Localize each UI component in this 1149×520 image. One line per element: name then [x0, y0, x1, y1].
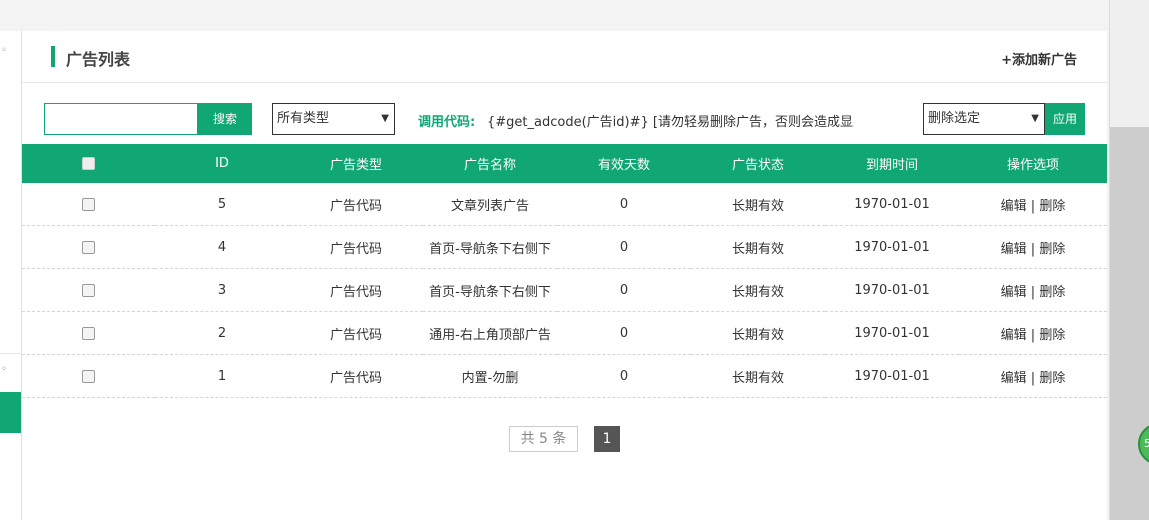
- code-text: {#get_adcode(广告id)#} [请勿轻易删除广告，否则会造成显: [487, 115, 853, 130]
- row-type: 广告代码: [289, 311, 423, 355]
- main-panel: 广告列表 +添加新广告 搜索 所有类型 ▼ 调用代码: {#get_adcode…: [22, 31, 1107, 520]
- column-header: 到期时间: [865, 158, 918, 173]
- delete-link[interactable]: 删除: [1039, 242, 1065, 257]
- row-expire: 1970-01-01: [825, 311, 959, 355]
- row-expire: 1970-01-01: [825, 183, 959, 226]
- table-row: 2 广告代码 通用-右上角顶部广告 0 长期有效 1970-01-01 编辑 |…: [22, 311, 1107, 355]
- nav-marker-icon[interactable]: ◦: [1, 364, 7, 375]
- nav-divider: [0, 353, 21, 354]
- table-header: ID 广告类型 广告名称 有效天数 广告状态 到期时间 操作选项: [22, 144, 1107, 183]
- type-select-value: 所有类型: [277, 111, 330, 126]
- row-days: 0: [557, 225, 691, 269]
- table-row: 5 广告代码 文章列表广告 0 长期有效 1970-01-01 编辑 | 删除: [22, 183, 1107, 226]
- top-bar: [0, 0, 1107, 32]
- nav-marker-icon[interactable]: ◦: [1, 45, 7, 56]
- row-actions: 编辑 | 删除: [959, 268, 1107, 312]
- add-ad-button[interactable]: +添加新广告: [1001, 49, 1077, 68]
- edit-link[interactable]: 编辑: [1001, 371, 1027, 386]
- row-status: 长期有效: [691, 311, 825, 355]
- delete-link[interactable]: 删除: [1039, 371, 1065, 386]
- select-all-cell: [22, 144, 155, 183]
- search-button[interactable]: 搜索: [198, 103, 252, 135]
- column-header: 广告状态: [731, 158, 784, 173]
- toolbar: 搜索 所有类型 ▼ 调用代码: {#get_adcode(广告id)#} [请勿…: [22, 103, 1107, 137]
- bulk-action-value: 删除选定: [928, 111, 981, 126]
- row-status: 长期有效: [691, 225, 825, 269]
- code-label: 调用代码:: [418, 115, 476, 130]
- row-status: 长期有效: [691, 354, 825, 398]
- title-bar: 广告列表 +添加新广告: [22, 31, 1107, 83]
- row-id: 3: [155, 268, 289, 312]
- row-name: 通用-右上角顶部广告: [423, 311, 557, 355]
- scrollbar-thumb[interactable]: [1110, 127, 1149, 520]
- row-id: 5: [155, 183, 289, 226]
- ad-table: ID 广告类型 广告名称 有效天数 广告状态 到期时间 操作选项 5 广告代码 …: [22, 144, 1107, 398]
- row-checkbox[interactable]: [82, 369, 95, 383]
- row-actions: 编辑 | 删除: [959, 311, 1107, 355]
- column-header: 操作选项: [1006, 158, 1059, 173]
- column-header: ID: [215, 156, 229, 171]
- page-button-current[interactable]: 1: [594, 426, 620, 452]
- row-days: 0: [557, 354, 691, 398]
- row-id: 2: [155, 311, 289, 355]
- delete-link[interactable]: 删除: [1039, 328, 1065, 343]
- edit-link[interactable]: 编辑: [1001, 328, 1027, 343]
- row-actions: 编辑 | 删除: [959, 183, 1107, 226]
- row-name: 文章列表广告: [423, 183, 557, 226]
- pagination-total: 共 5 条: [509, 426, 578, 452]
- edit-link[interactable]: 编辑: [1001, 199, 1027, 214]
- row-days: 0: [557, 183, 691, 226]
- nav-active-item[interactable]: [0, 392, 21, 433]
- type-select[interactable]: 所有类型 ▼: [272, 103, 395, 135]
- row-type: 广告代码: [289, 183, 423, 226]
- row-days: 0: [557, 311, 691, 355]
- row-checkbox[interactable]: [82, 283, 95, 297]
- row-expire: 1970-01-01: [825, 268, 959, 312]
- table-row: 4 广告代码 首页-导航条下右侧下 0 长期有效 1970-01-01 编辑 |…: [22, 225, 1107, 269]
- table-row: 1 广告代码 内置-勿删 0 长期有效 1970-01-01 编辑 | 删除: [22, 354, 1107, 398]
- delete-link[interactable]: 删除: [1039, 285, 1065, 300]
- column-header: 广告名称: [463, 158, 516, 173]
- row-name: 首页-导航条下右侧下: [423, 225, 557, 269]
- left-nav: ◦ ◦: [0, 31, 22, 520]
- table-row: 3 广告代码 首页-导航条下右侧下 0 长期有效 1970-01-01 编辑 |…: [22, 268, 1107, 312]
- row-status: 长期有效: [691, 268, 825, 312]
- row-checkbox[interactable]: [82, 197, 95, 211]
- row-type: 广告代码: [289, 354, 423, 398]
- row-days: 0: [557, 268, 691, 312]
- row-expire: 1970-01-01: [825, 225, 959, 269]
- row-name: 内置-勿删: [423, 354, 557, 398]
- column-header: 有效天数: [597, 158, 650, 173]
- column-header: 广告类型: [329, 158, 382, 173]
- row-id: 4: [155, 225, 289, 269]
- row-status: 长期有效: [691, 183, 825, 226]
- row-actions: 编辑 | 删除: [959, 225, 1107, 269]
- row-checkbox[interactable]: [82, 240, 95, 254]
- edit-link[interactable]: 编辑: [1001, 242, 1027, 257]
- select-all-checkbox[interactable]: [82, 157, 95, 170]
- row-id: 1: [155, 354, 289, 398]
- row-actions: 编辑 | 删除: [959, 354, 1107, 398]
- search-input[interactable]: [44, 103, 198, 135]
- edit-link[interactable]: 编辑: [1001, 285, 1027, 300]
- row-name: 首页-导航条下右侧下: [423, 268, 557, 312]
- title-accent-bar: [51, 46, 55, 67]
- delete-link[interactable]: 删除: [1039, 199, 1065, 214]
- apply-button[interactable]: 应用: [1045, 103, 1085, 135]
- page-title: 广告列表: [66, 50, 131, 69]
- dropdown-arrow-icon: ▼: [381, 113, 389, 124]
- dropdown-arrow-icon: ▼: [1031, 113, 1039, 124]
- row-type: 广告代码: [289, 225, 423, 269]
- row-checkbox[interactable]: [82, 326, 95, 340]
- bulk-action-select[interactable]: 删除选定 ▼: [923, 103, 1045, 135]
- row-expire: 1970-01-01: [825, 354, 959, 398]
- row-type: 广告代码: [289, 268, 423, 312]
